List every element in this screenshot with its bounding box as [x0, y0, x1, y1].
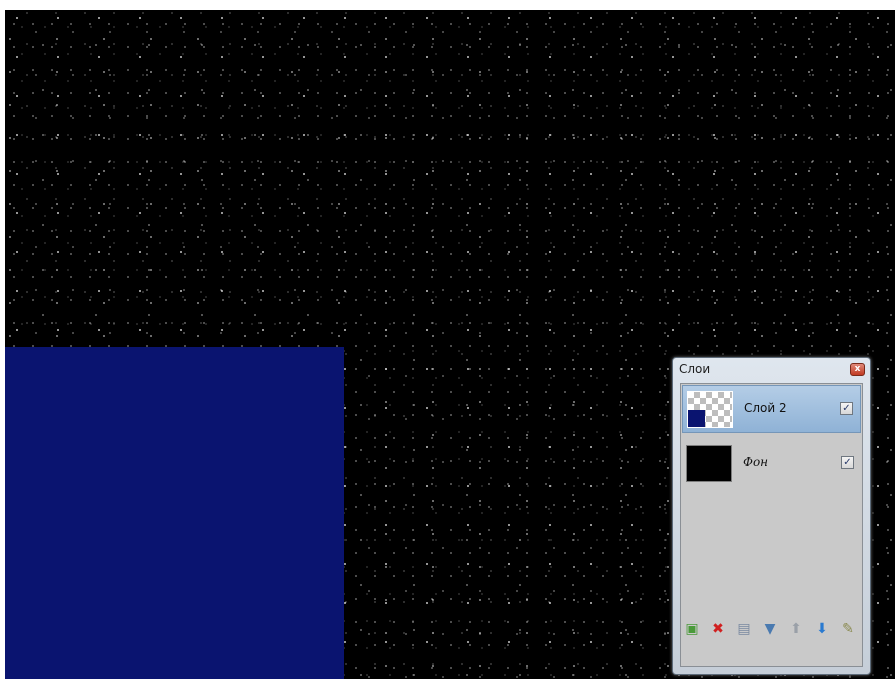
layers-window-title: Слои: [679, 362, 711, 376]
layer-row-layer-2[interactable]: Слой 2 ✓: [682, 385, 861, 433]
layer-thumbnail: [686, 445, 732, 482]
layer-row-background[interactable]: Фон ✓: [682, 440, 861, 488]
duplicate-layer-icon[interactable]: ▤: [735, 620, 753, 638]
layer-visibility-checkbox[interactable]: ✓: [840, 402, 853, 415]
move-layer-down-icon[interactable]: ⬇: [813, 620, 831, 638]
merge-layer-down-icon[interactable]: ▼: [761, 620, 779, 638]
add-layer-icon[interactable]: ▣: [683, 620, 701, 638]
layers-toolbar: ▣ ✖ ▤ ▼ ⬆ ⬇ ✎: [681, 620, 861, 640]
delete-layer-icon[interactable]: ✖: [709, 620, 727, 638]
layer-thumbnail: [687, 391, 733, 428]
layers-title-bar[interactable]: Слои x: [673, 358, 870, 380]
layer-visibility-checkbox[interactable]: ✓: [841, 456, 854, 469]
close-button[interactable]: x: [850, 363, 865, 376]
layers-window: Слои x Слой 2 ✓ Фон ✓ ▣ ✖ ▤ ▼ ⬆ ⬇ ✎: [672, 357, 871, 675]
layer-properties-icon[interactable]: ✎: [839, 620, 857, 638]
layer-name: Слой 2: [744, 401, 787, 415]
thumbnail-blue-area: [688, 410, 705, 427]
move-layer-up-icon[interactable]: ⬆: [787, 620, 805, 638]
blue-rectangle-layer[interactable]: [5, 347, 344, 679]
layer-name: Фон: [743, 455, 769, 469]
